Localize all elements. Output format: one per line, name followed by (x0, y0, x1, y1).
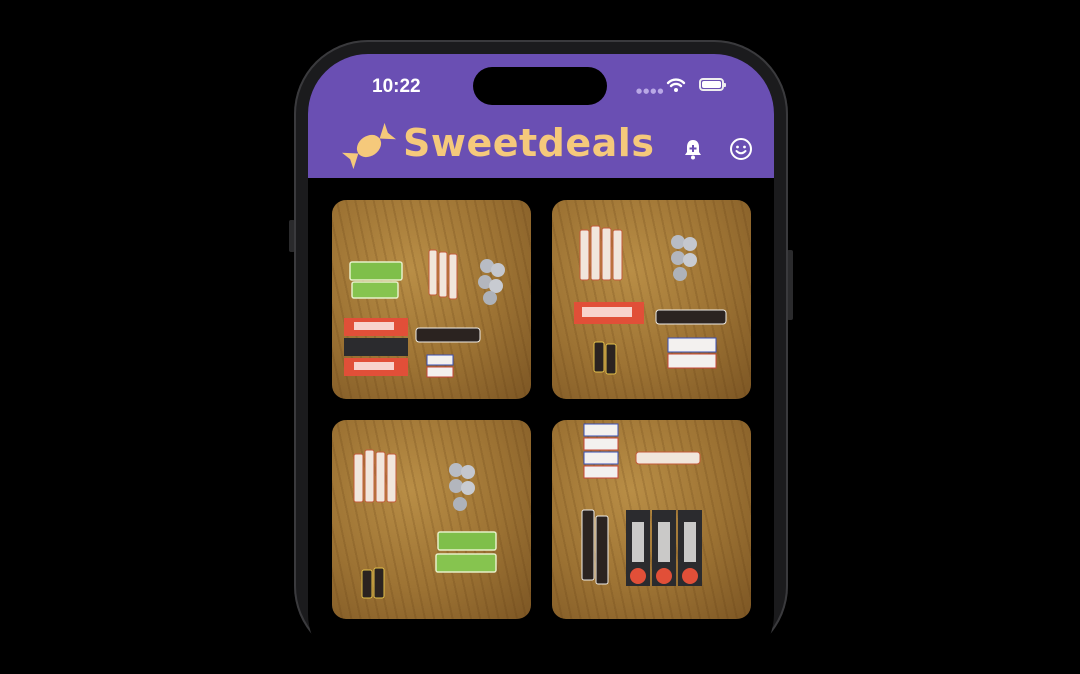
listing-card-1[interactable] (332, 200, 531, 399)
wifi-icon (666, 77, 686, 97)
phone-frame: 10:22 ●●●● Sweetdeals (294, 40, 788, 674)
battery-icon (699, 78, 726, 91)
phone-screen: 10:22 ●●●● Sweetdeals (308, 54, 774, 674)
status-time: 10:22 (372, 76, 421, 97)
cellular-signal-icon: ●●●● (636, 87, 665, 95)
candy-photo-2 (574, 225, 727, 375)
candy-photo-1 (344, 249, 505, 378)
wrapped-candy-icon (340, 119, 398, 177)
candy-photo-4 (581, 423, 702, 586)
dynamic-island (473, 67, 607, 105)
app-title: Sweetdeals (403, 121, 655, 165)
candy-photo-3 (353, 449, 497, 599)
listing-card-3[interactable] (332, 420, 531, 619)
listing-card-4[interactable] (552, 420, 751, 619)
bell-add-icon[interactable] (678, 134, 708, 164)
smiley-face-icon[interactable] (726, 134, 756, 164)
listing-card-2[interactable] (552, 200, 751, 399)
app-header: 10:22 ●●●● Sweetdeals (308, 54, 774, 178)
